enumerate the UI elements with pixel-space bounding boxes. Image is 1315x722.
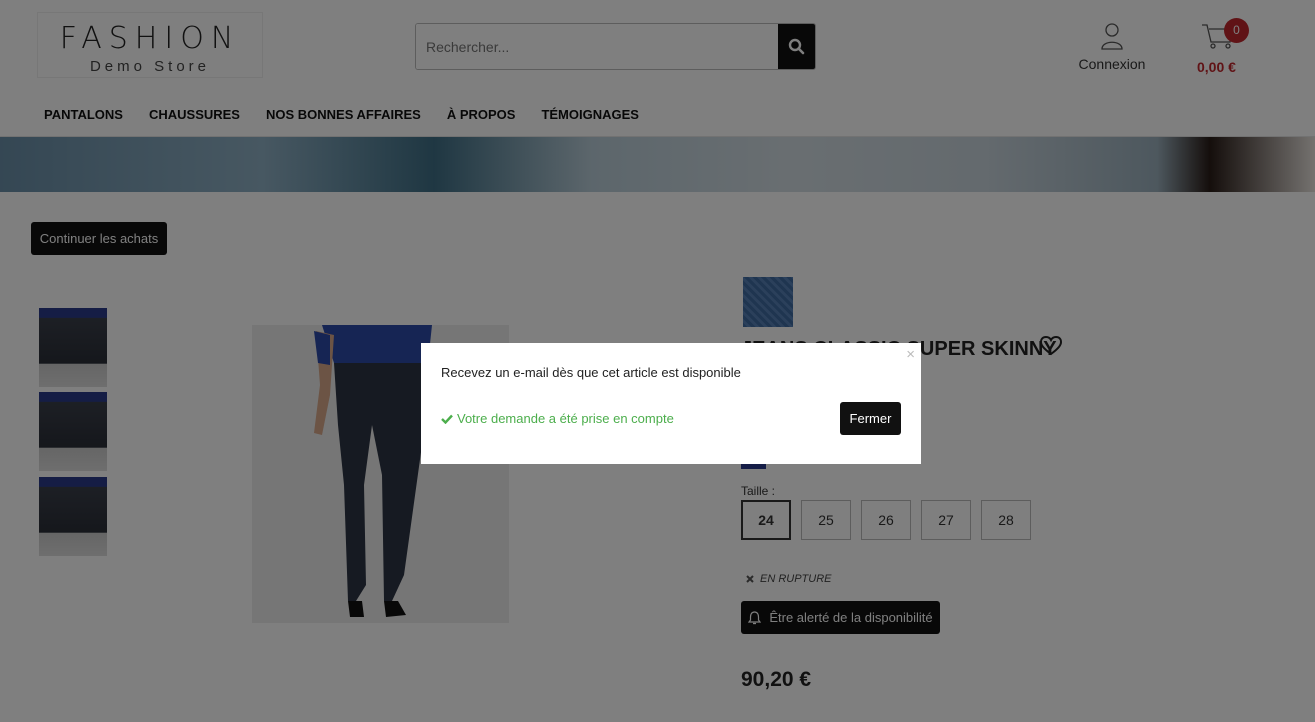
close-icon[interactable]: × <box>906 346 915 363</box>
notify-modal: × Recevez un e-mail dès que cet article … <box>421 343 921 464</box>
modal-success-message: Votre demande a été prise en compte <box>441 411 674 426</box>
modal-success-text: Votre demande a été prise en compte <box>457 411 674 426</box>
modal-message: Recevez un e-mail dès que cet article es… <box>441 365 741 380</box>
modal-close-button[interactable]: Fermer <box>840 402 901 435</box>
check-icon <box>441 414 453 424</box>
